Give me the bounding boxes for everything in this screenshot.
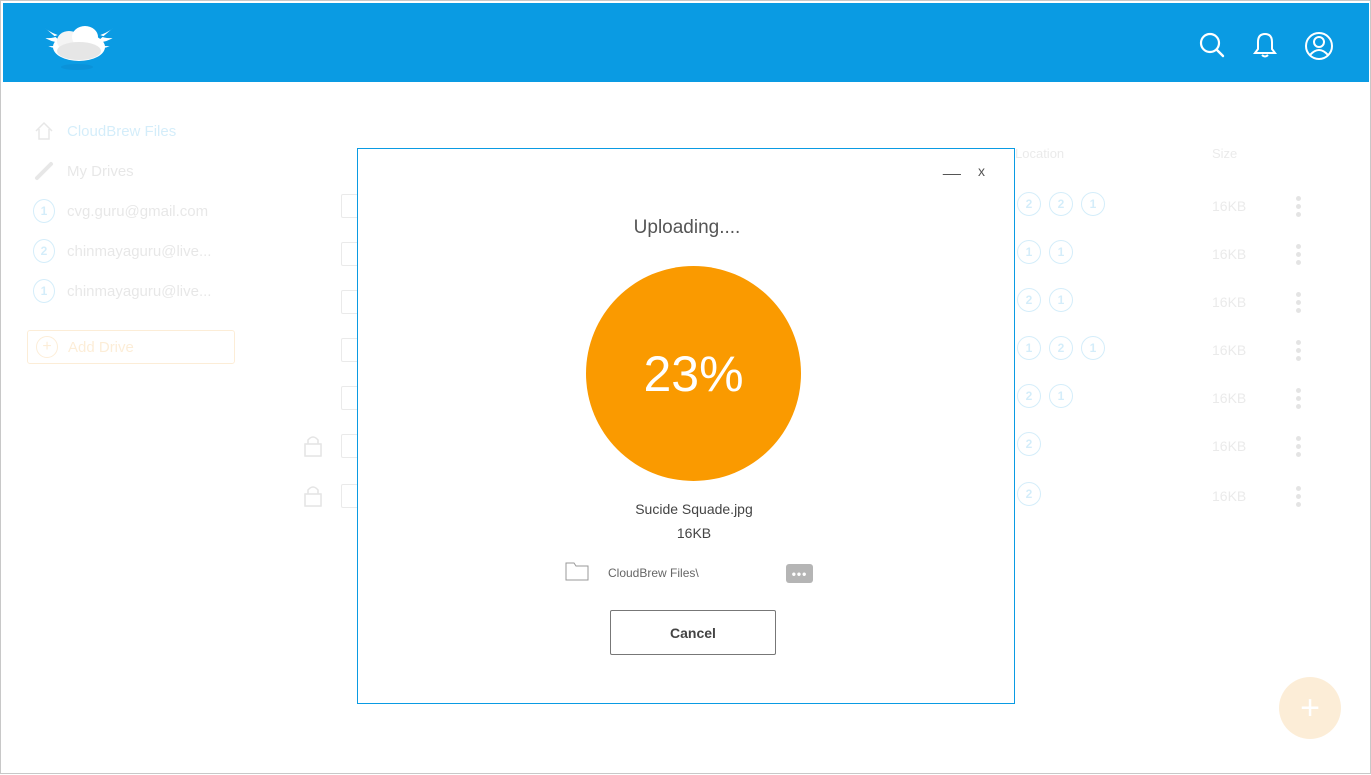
cancel-button[interactable]: Cancel	[610, 610, 776, 655]
drive-badge-icon: 2	[1049, 336, 1073, 360]
file-size-cell: 16KB	[1212, 390, 1247, 406]
drive-badge-icon: 2	[1017, 192, 1041, 216]
drive-badge-icon: 1	[1049, 240, 1073, 264]
file-size-cell: 16KB	[1212, 438, 1247, 454]
file-size: 16KB	[676, 525, 712, 541]
drive-badge-icon: 2	[1017, 288, 1041, 312]
sidebar-item-label: My Drives	[67, 162, 134, 180]
sidebar-item-cloudbrew-files[interactable]: CloudBrew Files	[33, 117, 176, 145]
file-size-cell: 16KB	[1212, 246, 1247, 262]
add-fab-button[interactable]: +	[1279, 677, 1341, 739]
more-options-icon[interactable]	[1293, 386, 1303, 412]
dialog-title: Uploading....	[633, 217, 741, 238]
drive-badge-icon: 2	[1049, 192, 1073, 216]
progress-percent: 23%	[643, 345, 744, 402]
minimize-button[interactable]: __	[943, 159, 961, 177]
drive-badge-icon: 1	[1049, 288, 1073, 312]
lock-icon	[303, 484, 323, 513]
location-badges: 21	[1017, 288, 1073, 312]
upload-dialog: __ x Uploading.... 23% Sucide Squade.jpg…	[357, 148, 1015, 704]
location-badges: 11	[1017, 240, 1073, 264]
destination-path: CloudBrew Files\	[608, 566, 699, 580]
location-badges: 21	[1017, 384, 1073, 408]
file-size-cell: 16KB	[1212, 294, 1247, 310]
more-options-icon[interactable]	[1293, 338, 1303, 364]
browse-button[interactable]: •••	[786, 564, 813, 583]
file-size-cell: 16KB	[1212, 342, 1247, 358]
top-bar	[3, 3, 1369, 82]
sidebar-item-my-drives[interactable]: My Drives	[33, 157, 134, 185]
location-badges: 121	[1017, 336, 1105, 360]
drive-badge-icon: 2	[1017, 384, 1041, 408]
location-badges: 221	[1017, 192, 1105, 216]
cloudbrew-logo[interactable]	[33, 17, 125, 75]
drive-badge-icon: 1	[1049, 384, 1073, 408]
bell-icon[interactable]	[1251, 31, 1279, 59]
sidebar-item-label: CloudBrew Files	[67, 122, 177, 140]
home-icon	[33, 120, 55, 142]
more-options-icon[interactable]	[1293, 194, 1303, 220]
more-options-icon[interactable]	[1293, 242, 1303, 268]
file-size-cell: 16KB	[1212, 198, 1247, 214]
lock-icon	[303, 434, 323, 463]
folder-icon	[565, 561, 589, 586]
column-header-location[interactable]: Location	[1015, 146, 1064, 161]
close-button[interactable]: x	[978, 163, 985, 179]
file-name: Sucide Squade.jpg	[635, 501, 753, 517]
user-icon[interactable]	[1304, 31, 1333, 60]
drive-badge-icon: 1	[1081, 336, 1105, 360]
drive-badge-icon: 1	[1017, 240, 1041, 264]
file-size-cell: 16KB	[1212, 488, 1247, 504]
column-header-size[interactable]: Size	[1212, 146, 1237, 161]
drive-badge-icon: 1	[1081, 192, 1105, 216]
more-options-icon[interactable]	[1293, 290, 1303, 316]
more-options-icon[interactable]	[1293, 484, 1303, 510]
search-icon[interactable]	[1198, 31, 1226, 59]
upload-progress-circle: 23%	[586, 266, 801, 481]
app-window: CloudBrew Files My Drives 1 cvg.guru@gma…	[0, 0, 1371, 774]
drive-badge-icon: 2	[1017, 432, 1041, 456]
link-icon	[33, 160, 55, 182]
more-options-icon[interactable]	[1293, 434, 1303, 460]
drive-badge-icon: 1	[1017, 336, 1041, 360]
location-badges: 2	[1017, 432, 1041, 456]
